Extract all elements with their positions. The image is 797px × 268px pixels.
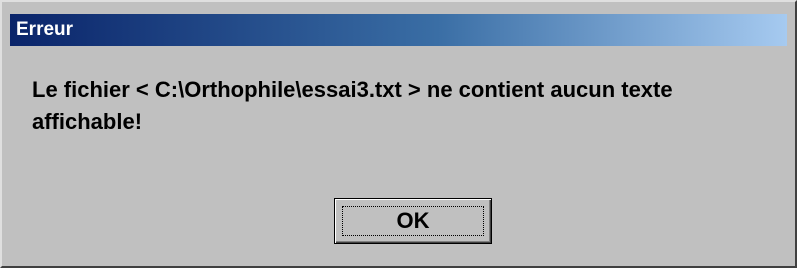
title-bar[interactable]: Erreur: [10, 14, 787, 46]
ok-button[interactable]: OK: [334, 198, 492, 244]
dialog-title: Erreur: [16, 19, 74, 40]
error-dialog: Erreur Le fichier < C:\Orthophile\essai3…: [0, 0, 797, 268]
error-message: Le fichier < C:\Orthophile\essai3.txt > …: [32, 77, 673, 134]
ok-button-label: OK: [396, 208, 430, 233]
